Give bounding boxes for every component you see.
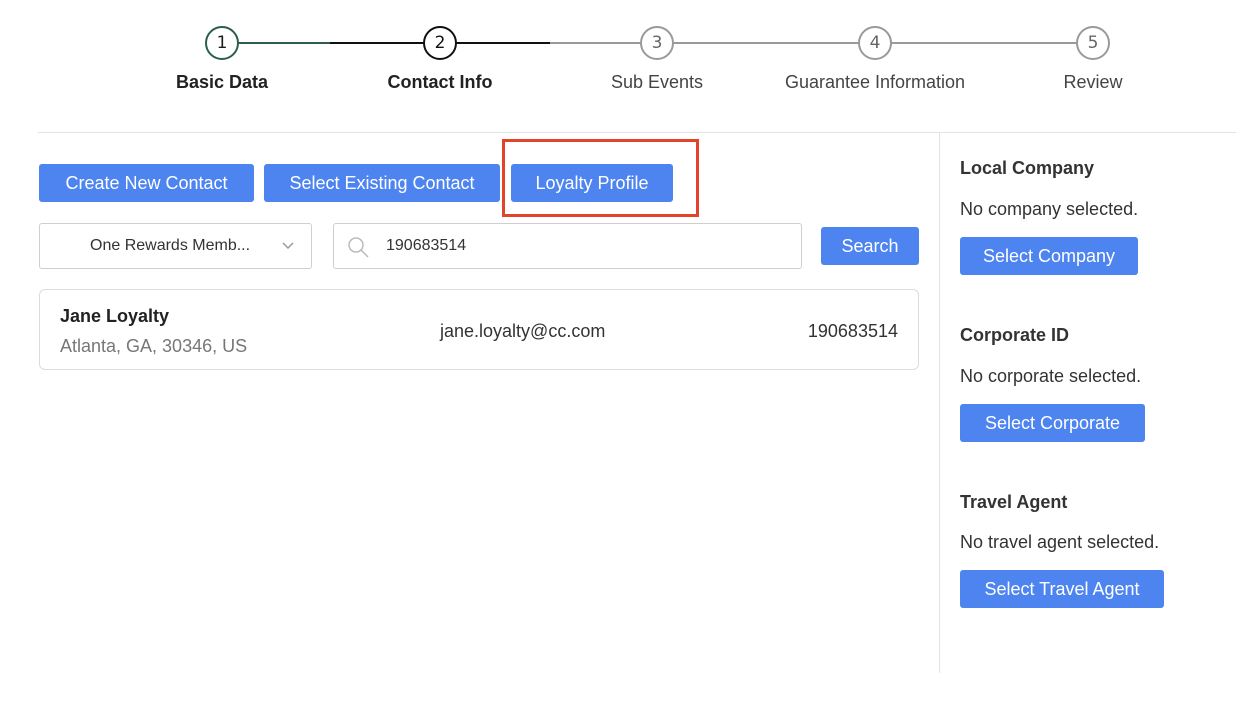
step-label: Guarantee Information xyxy=(784,72,966,92)
step-number: 5 xyxy=(1076,26,1110,60)
select-existing-contact-button[interactable]: Select Existing Contact xyxy=(264,164,500,202)
result-address: Atlanta, GA, 30346, US xyxy=(60,336,248,356)
local-company-title: Local Company xyxy=(960,158,1095,178)
step-number: 2 xyxy=(423,26,457,60)
result-member-id: 190683514 xyxy=(807,321,898,341)
search-result-card[interactable]: Jane Loyalty Atlanta, GA, 30346, US jane… xyxy=(39,289,919,370)
travel-agent-status: No travel agent selected. xyxy=(960,532,1160,552)
step-review[interactable]: 5 Review xyxy=(993,26,1193,93)
step-basic-data[interactable]: 1 Basic Data xyxy=(122,26,322,93)
select-company-button[interactable]: Select Company xyxy=(960,237,1138,275)
step-number: 1 xyxy=(205,26,239,60)
result-name: Jane Loyalty xyxy=(60,306,170,326)
select-corporate-button[interactable]: Select Corporate xyxy=(960,404,1145,442)
search-field[interactable] xyxy=(333,223,802,269)
create-new-contact-button[interactable]: Create New Contact xyxy=(39,164,254,202)
search-input[interactable] xyxy=(334,224,801,268)
step-number: 4 xyxy=(858,26,892,60)
header-divider xyxy=(38,132,1236,133)
step-label: Basic Data xyxy=(175,72,269,92)
sidebar-divider xyxy=(939,133,940,673)
result-email: jane.loyalty@cc.com xyxy=(440,321,606,341)
search-icon xyxy=(348,237,369,258)
step-number: 3 xyxy=(640,26,674,60)
step-label: Review xyxy=(1063,72,1123,92)
select-value: One Rewards Memb... xyxy=(90,237,251,254)
loyalty-program-select[interactable]: One Rewards Memb... xyxy=(39,223,312,269)
select-travel-agent-button[interactable]: Select Travel Agent xyxy=(960,570,1164,608)
step-sub-events[interactable]: 3 Sub Events xyxy=(557,26,757,93)
step-label: Contact Info xyxy=(387,72,493,92)
progress-stepper: 1 Basic Data 2 Contact Info 3 Sub Events… xyxy=(0,0,1236,110)
step-contact-info[interactable]: 2 Contact Info xyxy=(340,26,540,93)
corporate-status: No corporate selected. xyxy=(960,366,1142,386)
step-guarantee-information[interactable]: 4 Guarantee Information xyxy=(775,26,975,93)
corporate-id-title: Corporate ID xyxy=(960,325,1070,345)
search-button[interactable]: Search xyxy=(821,227,919,265)
step-label: Sub Events xyxy=(610,72,704,92)
local-company-status: No company selected. xyxy=(960,199,1139,219)
loyalty-profile-button[interactable]: Loyalty Profile xyxy=(511,164,673,202)
chevron-down-icon xyxy=(282,242,294,250)
travel-agent-title: Travel Agent xyxy=(960,492,1068,512)
